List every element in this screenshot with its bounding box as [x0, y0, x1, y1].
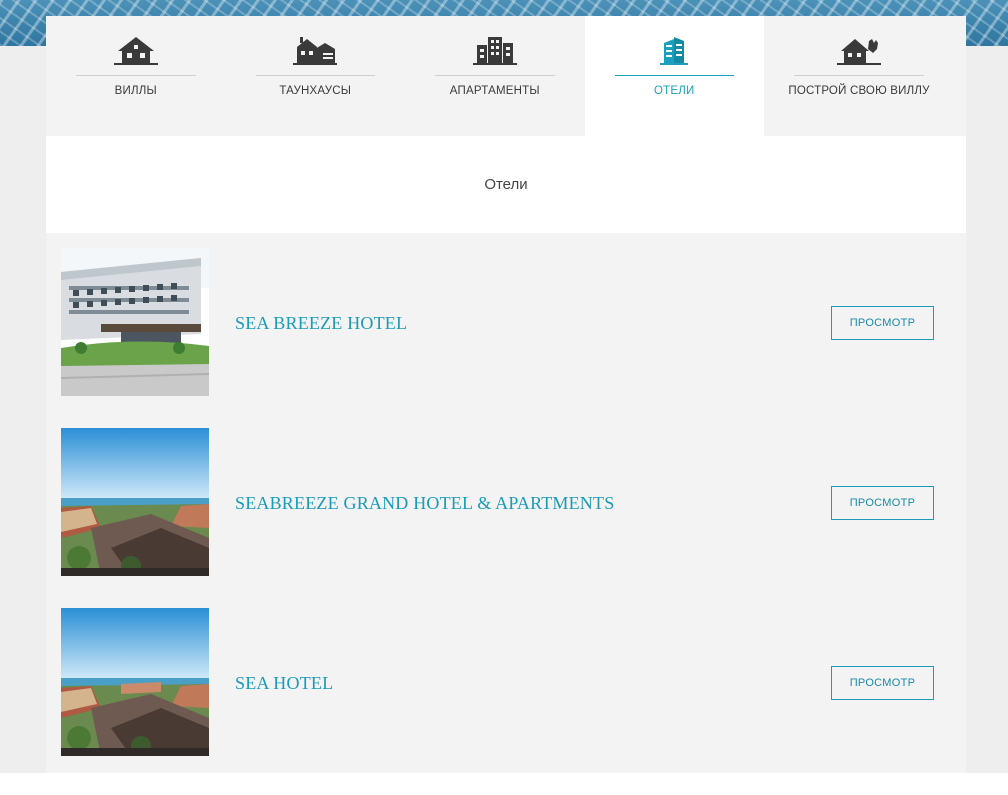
apartments-icon — [472, 35, 517, 65]
tab-apartments[interactable]: АПАРТАМЕНТЫ — [405, 16, 585, 136]
hotel-title-link[interactable]: SEABREEZE GRAND HOTEL & APARTMENTS — [235, 493, 614, 514]
house-icon — [113, 35, 158, 65]
tab-villas[interactable]: ВИЛЛЫ — [46, 16, 226, 136]
tab-label: ТАУНХАУСЫ — [279, 85, 352, 97]
tab-label: ОТЕЛИ — [654, 85, 695, 97]
tab-townhouses[interactable]: ТАУНХАУСЫ — [225, 16, 405, 136]
hotel-photo[interactable] — [61, 248, 209, 396]
hotel-photo[interactable] — [61, 428, 209, 576]
list-item: SEA BREEZE HOTEL ПРОСМОТР — [46, 233, 966, 413]
hotel-title-link[interactable]: SEA BREEZE HOTEL — [235, 313, 407, 334]
tab-build-villa[interactable]: ПОСТРОЙ СВОЮ ВИЛЛУ — [764, 16, 954, 136]
hotel-title-link[interactable]: SEA HOTEL — [235, 673, 333, 694]
list-item: SEABREEZE GRAND HOTEL & APARTMENTS ПРОСМ… — [46, 413, 966, 593]
view-button[interactable]: ПРОСМОТР — [831, 666, 934, 700]
tab-divider-line — [435, 75, 555, 76]
townhouse-icon — [293, 35, 338, 65]
tab-divider-line — [614, 75, 734, 76]
tab-label: ВИЛЛЫ — [114, 85, 157, 97]
tab-divider-line — [255, 75, 375, 76]
tab-label: АПАРТАМЕНТЫ — [449, 85, 540, 97]
section-title: Отели — [484, 176, 528, 193]
tab-divider-line — [794, 75, 924, 76]
hotel-icon — [652, 35, 696, 65]
section-header: Отели — [46, 136, 966, 233]
hotel-photo[interactable] — [61, 608, 209, 756]
build-villa-icon — [837, 35, 881, 65]
property-type-tabs: ВИЛЛЫ ТАУНХАУСЫ АПАРТАМЕНТЫ ОТЕЛИ ПОСТРО… — [46, 16, 966, 136]
view-button[interactable]: ПРОСМОТР — [831, 306, 934, 340]
page-footer-space — [0, 773, 1008, 795]
view-button[interactable]: ПРОСМОТР — [831, 486, 934, 520]
property-type-panel: ВИЛЛЫ ТАУНХАУСЫ АПАРТАМЕНТЫ ОТЕЛИ ПОСТРО… — [46, 16, 966, 773]
tab-label: ПОСТРОЙ СВОЮ ВИЛЛУ — [788, 85, 930, 97]
list-item: SEA HOTEL ПРОСМОТР — [46, 593, 966, 773]
tab-hotels[interactable]: ОТЕЛИ — [584, 16, 764, 136]
tab-divider-line — [76, 75, 196, 76]
